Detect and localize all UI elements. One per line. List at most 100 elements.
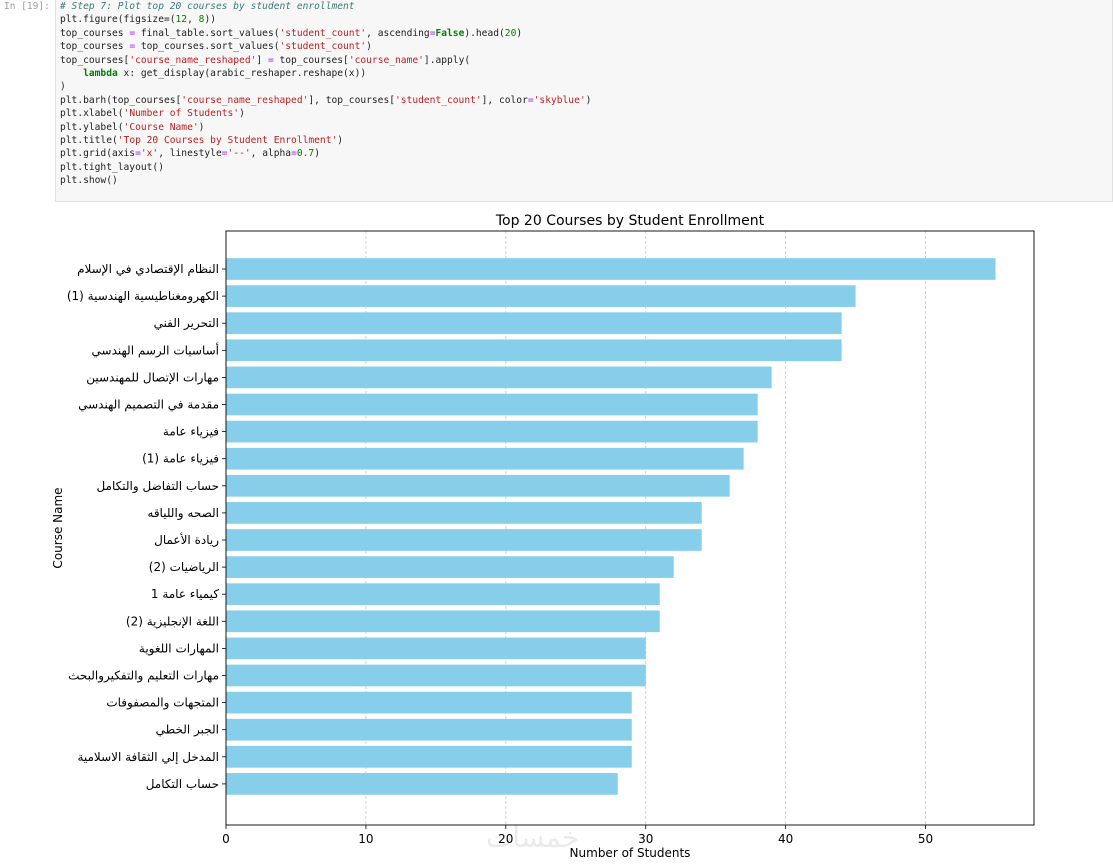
- code-line: plt.figure(figsize=(12, 8)): [60, 13, 1108, 26]
- bar: [226, 366, 772, 389]
- x-tick-label: 30: [638, 832, 653, 846]
- code-token: top_courses[: [273, 54, 349, 66]
- code-token: '--': [227, 148, 251, 160]
- bar: [226, 529, 702, 551]
- code-line: top_courses = top_courses.sort_values('s…: [60, 40, 1108, 53]
- code-line: # Step 7: Plot top 20 courses by student…: [60, 0, 1108, 13]
- code-token: ): [198, 121, 205, 133]
- code-line: ): [60, 80, 1108, 93]
- code-token: plt.show(): [60, 175, 118, 187]
- bar: [226, 664, 646, 687]
- code-token: 'Course Name': [123, 121, 199, 133]
- y-tick-label: المهارات اللغوية: [139, 641, 219, 656]
- code-line: plt.tight_layout(): [60, 161, 1108, 174]
- bar: [226, 339, 842, 362]
- cell-output: النظام الإقتصادي في الإسلام الكهرومغناطيس…: [0, 203, 1113, 867]
- code-token: x: get_display(arabic_reshaper.reshape(x…: [117, 67, 367, 79]
- code-token: ], color: [481, 94, 528, 106]
- bar: [226, 285, 856, 307]
- code-token: ,: [187, 14, 199, 26]
- bar: [226, 583, 660, 606]
- x-axis-label: Number of Students: [570, 846, 691, 860]
- code-line: plt.show(): [60, 174, 1108, 187]
- code-cell[interactable]: In [19]: # Step 7: Plot top 20 courses b…: [0, 0, 1113, 203]
- bar: [226, 420, 758, 443]
- code-token: plt.title(: [60, 134, 118, 146]
- code-token: ): [516, 27, 523, 39]
- code-text[interactable]: # Step 7: Plot top 20 courses by student…: [60, 0, 1108, 187]
- code-line: plt.barh(top_courses['course_name_reshap…: [60, 94, 1108, 107]
- code-token: plt.barh(top_courses[: [60, 94, 182, 106]
- code-line: plt.grid(axis='x', linestyle='--', alpha…: [60, 147, 1108, 160]
- code-token: 'course_name_reshaped': [129, 54, 257, 66]
- code-token: ): [337, 134, 344, 146]
- code-token: lambda: [83, 67, 118, 79]
- x-tick-label: 40: [778, 832, 793, 846]
- bar-chart: النظام الإقتصادي في الإسلام الكهرومغناطيس…: [51, 213, 1035, 860]
- code-line: plt.ylabel('Course Name'): [60, 121, 1108, 134]
- code-token: plt.figure(figsize=(: [60, 14, 176, 26]
- code-token: # Step 7: Plot top 20 courses by student…: [60, 1, 355, 12]
- code-token: top_courses: [60, 27, 130, 39]
- bar: [226, 610, 660, 633]
- bar: [226, 502, 702, 524]
- code-token: top_courses.sort_values(: [135, 41, 280, 53]
- code-token: ).head(: [464, 27, 505, 39]
- bar: [226, 393, 758, 416]
- bar: [226, 474, 730, 497]
- x-tick-label: 10: [358, 832, 373, 846]
- bar: [226, 312, 842, 335]
- y-tick-label: النظام الإقتصادي في الإسلام: [77, 262, 219, 276]
- code-token: 'course_name': [348, 54, 424, 66]
- code-line: plt.xlabel('Number of Students'): [60, 107, 1108, 120]
- code-line: lambda x: get_display(arabic_reshaper.re…: [60, 67, 1108, 80]
- bar: [226, 258, 996, 280]
- code-token: ): [239, 108, 245, 120]
- x-tick-label: 50: [918, 832, 933, 846]
- code-token: ): [585, 94, 592, 106]
- bar: [226, 773, 618, 795]
- code-token: 'x': [140, 148, 159, 160]
- y-tick-label: حساب التفاضل والتكامل: [96, 479, 219, 494]
- code-token: 'skyblue': [533, 94, 586, 106]
- code-token: ): [314, 148, 320, 160]
- code-token: plt.tight_layout(): [60, 161, 164, 173]
- y-tick-label: ريادة الأعمال: [154, 532, 219, 548]
- code-token: 20: [504, 27, 517, 39]
- code-token: 'Top 20 Courses by Student Enrollment': [117, 134, 338, 146]
- x-tick-label: 20: [498, 832, 513, 846]
- y-tick-label: التحرير الفني: [154, 316, 219, 331]
- code-token: 'student_count': [279, 41, 367, 53]
- code-token: , linestyle: [158, 148, 222, 160]
- code-token: , alpha: [250, 148, 292, 160]
- code-token: 'student_count': [279, 27, 367, 39]
- cell-prompt: In [19]:: [4, 1, 50, 12]
- code-token: 12: [175, 14, 188, 26]
- y-tick-label: الجبر الخطي: [156, 723, 219, 738]
- bar: [226, 718, 632, 741]
- y-tick-label: الصحه واللياقه: [147, 506, 219, 521]
- code-token: 'course_name_reshaped': [181, 94, 309, 106]
- code-line: top_courses['course_name_reshaped'] = to…: [60, 54, 1108, 67]
- y-axis-label: Course Name: [51, 487, 65, 568]
- code-line: plt.title('Top 20 Courses by Student Enr…: [60, 134, 1108, 147]
- y-tick-label: أساسيات الرسم الهندسي: [92, 342, 219, 358]
- bar: [226, 691, 632, 714]
- code-token: , ascending: [366, 27, 430, 39]
- code-token: )): [204, 14, 216, 26]
- y-tick-label: فيزياء عامة: [163, 425, 219, 440]
- code-token: final_table.sort_values(: [135, 27, 280, 39]
- y-tick-label: المدخل إلي الثقافة الاسلامية: [77, 750, 219, 764]
- code-token: top_courses[: [60, 54, 130, 66]
- code-editor[interactable]: # Step 7: Plot top 20 courses by student…: [55, 0, 1113, 202]
- bar: [226, 556, 674, 578]
- y-tick-label: حساب التكامل: [146, 777, 219, 791]
- y-tick-label: كيمياء عامة 1: [151, 587, 219, 601]
- code-token: ], top_courses[: [308, 94, 396, 106]
- code-token: ]: [256, 54, 268, 66]
- code-token: plt.xlabel(: [60, 108, 124, 120]
- y-tick-label: مقدمة في التصميم الهندسي: [78, 398, 219, 412]
- code-token: plt.grid(axis: [60, 148, 136, 160]
- y-tick-label: مهارات التعليم والتفكيروالبحث: [68, 669, 219, 684]
